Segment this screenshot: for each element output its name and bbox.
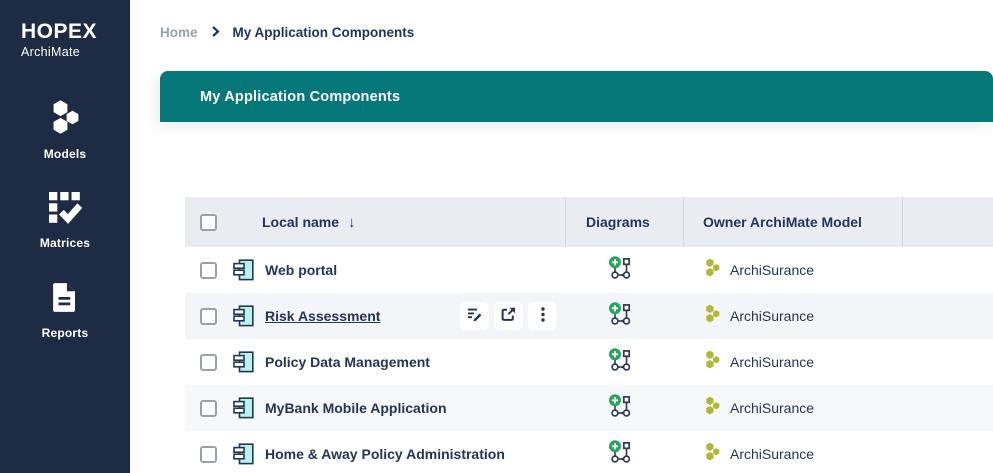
sidebar-nav: Models Matrices Reports <box>0 99 130 340</box>
hexagon-cluster-icon <box>702 396 722 420</box>
application-component-icon <box>233 351 254 373</box>
main-content: Home My Application Components My Applic… <box>130 0 993 473</box>
row-checkbox[interactable] <box>200 261 217 279</box>
column-header-diagrams[interactable]: Diagrams <box>565 197 683 247</box>
row-owner-cell: ArchiSurance <box>683 442 902 466</box>
row-name-cell: Risk Assessment <box>225 293 565 339</box>
chevron-right-icon <box>211 25 220 40</box>
matrix-check-icon <box>48 192 83 229</box>
row-hover-actions <box>460 302 557 330</box>
header-select-cell <box>185 197 225 247</box>
page-title: My Application Components <box>200 88 401 105</box>
hexagon-cluster-icon <box>702 350 722 374</box>
sidebar-item-label: Models <box>43 147 87 161</box>
hexagon-cluster-icon <box>46 99 83 140</box>
hexagon-cluster-icon <box>702 442 722 466</box>
components-table: Local name ↓ Diagrams Owner ArchiMate Mo… <box>185 197 993 473</box>
document-icon <box>50 281 80 319</box>
owner-name[interactable]: ArchiSurance <box>730 308 814 324</box>
column-header-empty <box>902 197 993 247</box>
breadcrumb: Home My Application Components <box>160 25 414 40</box>
table-row[interactable]: Policy Data Management ArchiSurance <box>185 339 993 385</box>
row-checkbox[interactable] <box>200 445 217 463</box>
owner-name[interactable]: ArchiSurance <box>730 262 814 278</box>
owner-name[interactable]: ArchiSurance <box>730 354 814 370</box>
owner-name[interactable]: ArchiSurance <box>730 400 814 416</box>
row-select-cell <box>185 445 225 463</box>
row-checkbox[interactable] <box>200 399 217 417</box>
row-name[interactable]: Policy Data Management <box>265 354 430 370</box>
row-name-cell: Web portal <box>225 247 565 293</box>
sidebar-item-models[interactable]: Models <box>44 99 87 161</box>
column-header-owner[interactable]: Owner ArchiMate Model <box>683 197 902 247</box>
row-diagrams-cell <box>565 255 683 285</box>
row-name[interactable]: MyBank Mobile Application <box>265 400 447 416</box>
table-row[interactable]: MyBank Mobile Application ArchiSurance <box>185 385 993 431</box>
diagram-icon[interactable] <box>608 393 633 423</box>
row-select-cell <box>185 307 225 325</box>
table-row[interactable]: Home & Away Policy Administration ArchiS… <box>185 431 993 473</box>
diagram-icon[interactable] <box>608 347 633 377</box>
row-owner-cell: ArchiSurance <box>683 258 902 282</box>
sidebar-item-label: Matrices <box>39 236 91 250</box>
open-in-new-icon <box>501 307 516 325</box>
row-name-cell: Policy Data Management <box>225 339 565 385</box>
app-logo: HOPEX ArchiMate <box>0 0 130 59</box>
application-component-icon <box>233 443 254 465</box>
app-name: HOPEX <box>21 20 98 43</box>
diagram-icon[interactable] <box>608 301 633 331</box>
row-owner-cell: ArchiSurance <box>683 396 902 420</box>
hexagon-cluster-icon <box>702 304 722 328</box>
row-name[interactable]: Web portal <box>265 262 337 278</box>
open-in-new-window-button[interactable] <box>494 302 523 330</box>
row-owner-cell: ArchiSurance <box>683 304 902 328</box>
sidebar: HOPEX ArchiMate Models Matrices Reports <box>0 0 130 473</box>
row-select-cell <box>185 261 225 279</box>
hexagon-cluster-icon <box>702 258 722 282</box>
row-diagrams-cell <box>565 347 683 377</box>
sidebar-item-matrices[interactable]: Matrices <box>40 192 90 250</box>
application-component-icon <box>233 397 254 419</box>
more-options-button[interactable] <box>528 302 557 330</box>
row-checkbox[interactable] <box>200 353 217 371</box>
edit-icon <box>467 307 482 325</box>
kebab-menu-icon <box>540 307 545 325</box>
application-component-icon <box>233 305 254 327</box>
sort-descending-icon[interactable]: ↓ <box>348 214 356 231</box>
row-name-cell: MyBank Mobile Application <box>225 385 565 431</box>
column-header-local-name[interactable]: Local name ↓ <box>225 197 565 247</box>
table-header-row: Local name ↓ Diagrams Owner ArchiMate Mo… <box>185 197 993 247</box>
table-body: Web portal ArchiSurance Risk Assessment … <box>185 247 993 473</box>
breadcrumb-home-link[interactable]: Home <box>160 25 198 40</box>
row-name-cell: Home & Away Policy Administration <box>225 431 565 473</box>
app-window: HOPEX ArchiMate Models Matrices Reports … <box>0 0 993 473</box>
row-diagrams-cell <box>565 439 683 469</box>
app-edition: ArchiMate <box>21 45 80 59</box>
row-select-cell <box>185 399 225 417</box>
row-diagrams-cell <box>565 301 683 331</box>
panel-header: My Application Components <box>160 71 993 122</box>
select-all-checkbox[interactable] <box>200 213 217 231</box>
table-row[interactable]: Risk Assessment ArchiSurance <box>185 293 993 339</box>
row-owner-cell: ArchiSurance <box>683 350 902 374</box>
diagram-icon[interactable] <box>608 255 633 285</box>
row-checkbox[interactable] <box>200 307 217 325</box>
row-diagrams-cell <box>565 393 683 423</box>
row-name[interactable]: Home & Away Policy Administration <box>265 446 505 462</box>
breadcrumb-current-page: My Application Components <box>232 25 415 40</box>
sidebar-item-reports[interactable]: Reports <box>42 281 89 340</box>
row-name[interactable]: Risk Assessment <box>265 308 380 324</box>
edit-button[interactable] <box>460 302 489 330</box>
row-select-cell <box>185 353 225 371</box>
owner-name[interactable]: ArchiSurance <box>730 446 814 462</box>
application-component-icon <box>233 259 254 281</box>
diagram-icon[interactable] <box>608 439 633 469</box>
table-row[interactable]: Web portal ArchiSurance <box>185 247 993 293</box>
sidebar-item-label: Reports <box>41 326 89 340</box>
